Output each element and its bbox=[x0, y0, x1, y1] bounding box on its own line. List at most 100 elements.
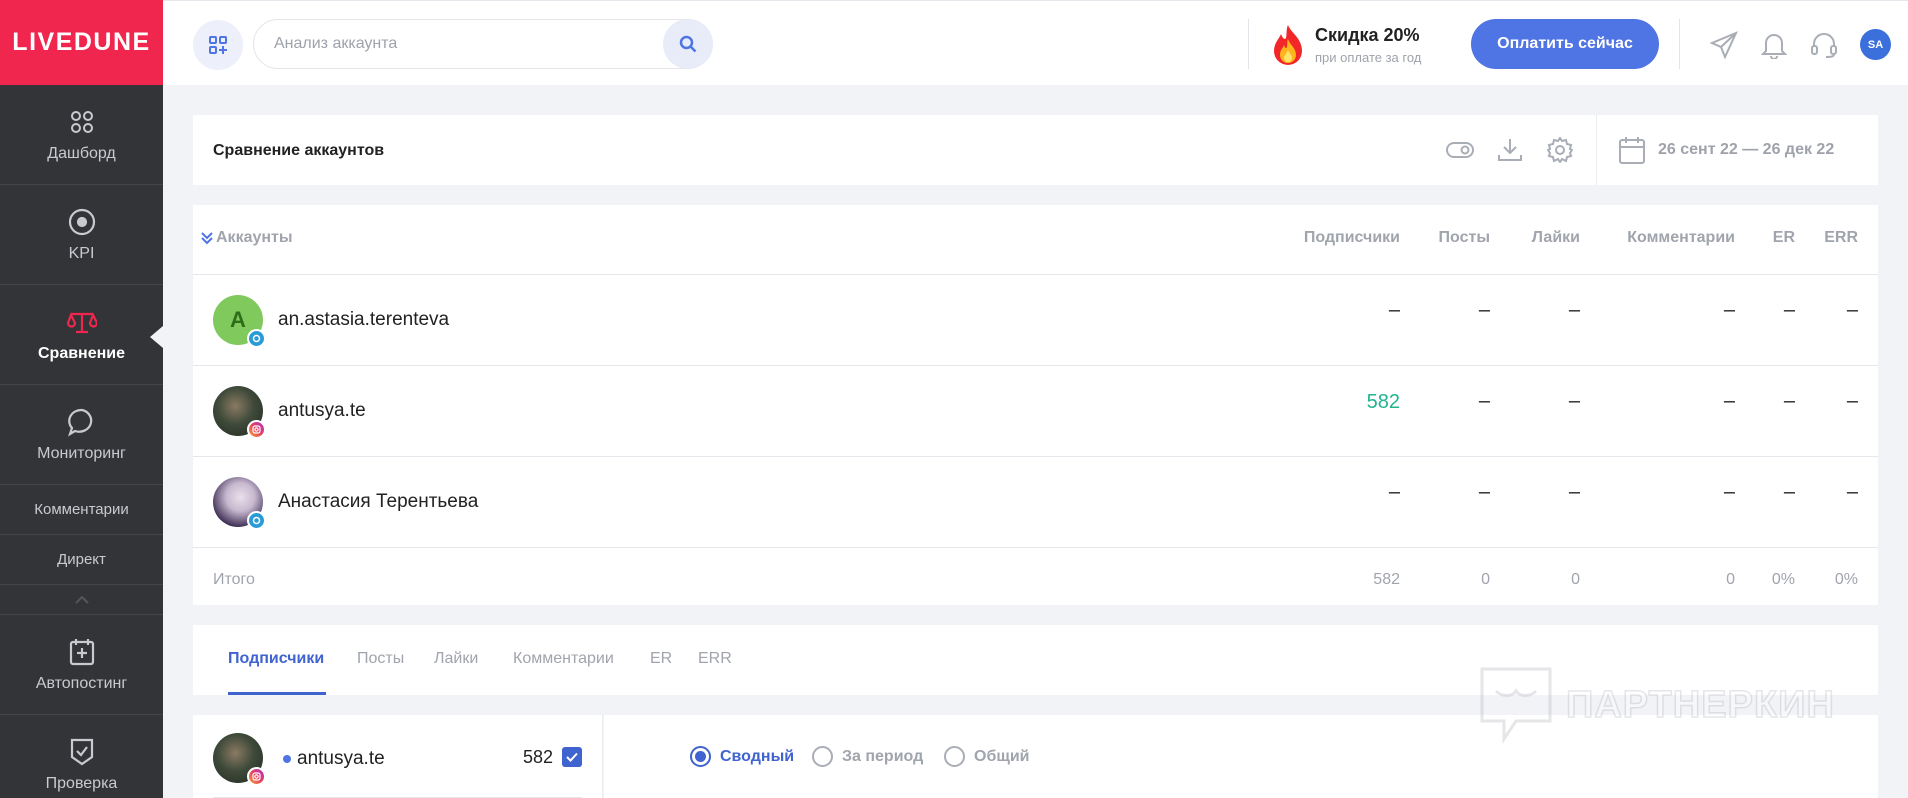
discount-promo[interactable]: Скидка 20% при оплате за год bbox=[1271, 23, 1421, 67]
calendar-plus-icon bbox=[69, 638, 94, 665]
toggle-icon bbox=[1446, 142, 1474, 158]
vk-badge-icon bbox=[247, 511, 266, 530]
pay-now-button[interactable]: Оплатить сейчас bbox=[1471, 19, 1659, 69]
total-posts: 0 bbox=[1481, 571, 1490, 588]
tab-likes[interactable]: Лайки bbox=[434, 650, 478, 668]
tab-comments[interactable]: Комментарии bbox=[513, 650, 614, 668]
tab-er[interactable]: ER bbox=[650, 650, 672, 668]
search-icon bbox=[679, 35, 697, 53]
account-name[interactable]: an.astasia.terenteva bbox=[278, 309, 449, 331]
series-list: antusya.te 582 bbox=[193, 715, 603, 798]
calendar-icon bbox=[1619, 137, 1645, 164]
radio-summary[interactable]: Сводный bbox=[690, 746, 794, 767]
check-shield-icon bbox=[70, 738, 93, 765]
scales-icon bbox=[66, 311, 97, 333]
column-header-err[interactable]: ERR bbox=[1824, 229, 1858, 247]
table-row[interactable]: A an.astasia.terenteva – – – – – – bbox=[193, 275, 1878, 366]
chat-bubble-icon bbox=[67, 408, 92, 436]
sidebar-item-label: Проверка bbox=[45, 774, 118, 792]
column-header-posts[interactable]: Посты bbox=[1439, 229, 1490, 247]
top-header: Скидка 20% при оплате за год Оплатить се… bbox=[163, 0, 1908, 85]
bell-icon bbox=[1761, 34, 1787, 59]
promo-subtitle: при оплате за год bbox=[1315, 50, 1422, 65]
tab-followers[interactable]: Подписчики bbox=[228, 650, 324, 668]
sidebar-collapse-toggle[interactable] bbox=[0, 585, 163, 615]
cell-likes: – bbox=[1568, 390, 1580, 412]
accounts-column-header[interactable]: Аккаунты bbox=[200, 229, 293, 247]
cell-followers: 582 bbox=[1366, 391, 1400, 413]
search-button[interactable] bbox=[663, 19, 713, 69]
radio-dot bbox=[944, 746, 965, 767]
column-header-likes[interactable]: Лайки bbox=[1532, 229, 1580, 247]
sidebar-item-direct[interactable]: Директ bbox=[0, 535, 163, 585]
account-name[interactable]: antusya.te bbox=[278, 400, 366, 422]
column-header-followers[interactable]: Подписчики bbox=[1304, 229, 1400, 247]
series-value: 582 bbox=[523, 747, 554, 767]
page-title: Сравнение аккаунтов bbox=[213, 142, 385, 159]
notifications-button[interactable] bbox=[1758, 29, 1790, 61]
dashboard-icon bbox=[70, 110, 93, 133]
cell-er: – bbox=[1783, 481, 1795, 503]
cell-err: – bbox=[1846, 299, 1858, 321]
date-divider bbox=[1596, 115, 1597, 185]
headset-icon bbox=[1811, 33, 1837, 58]
accounts-header-label: Аккаунты bbox=[216, 229, 293, 246]
sidebar-item-kpi[interactable]: KPI bbox=[0, 185, 163, 285]
logo[interactable]: LIVEDUNE bbox=[0, 0, 163, 85]
cell-likes: – bbox=[1568, 299, 1580, 321]
tab-err[interactable]: ERR bbox=[698, 650, 732, 668]
sidebar-item-label: Сравнение bbox=[37, 344, 126, 362]
sidebar-item-check[interactable]: Проверка bbox=[0, 715, 163, 798]
table-row[interactable]: antusya.te 582 – – – – – bbox=[193, 366, 1878, 457]
search-input[interactable] bbox=[274, 20, 654, 68]
download-button[interactable] bbox=[1495, 135, 1525, 165]
promo-title: Скидка 20% bbox=[1315, 25, 1420, 45]
support-button[interactable] bbox=[1808, 29, 1840, 61]
cell-err: – bbox=[1846, 481, 1858, 503]
view-toggle[interactable] bbox=[1445, 135, 1475, 165]
sidebar-item-dashboard[interactable]: Дашборд bbox=[0, 85, 163, 185]
column-header-er[interactable]: ER bbox=[1773, 229, 1795, 247]
table-row[interactable]: Анастасия Терентьева – – – – – – bbox=[193, 457, 1878, 548]
series-name: antusya.te bbox=[297, 748, 385, 769]
cell-posts: – bbox=[1478, 481, 1490, 503]
cell-comments: – bbox=[1723, 390, 1735, 412]
column-header-comments[interactable]: Комментарии bbox=[1627, 229, 1735, 247]
sidebar-item-label: Дашборд bbox=[47, 144, 116, 162]
header-divider bbox=[1679, 19, 1680, 69]
page-header-card: Сравнение аккаунтов 26 сент 22 — 26 дек … bbox=[193, 115, 1878, 185]
gear-icon bbox=[1547, 137, 1573, 163]
series-color-dot bbox=[283, 755, 291, 763]
tab-posts[interactable]: Посты bbox=[357, 650, 404, 668]
sidebar-item-autoposting[interactable]: Автопостинг bbox=[0, 615, 163, 715]
sidebar-item-monitoring[interactable]: Мониторинг bbox=[0, 385, 163, 485]
radio-overall[interactable]: Общий bbox=[944, 746, 1030, 767]
watermark-text: ПАРТНЕРКИН bbox=[1565, 683, 1835, 727]
cell-er: – bbox=[1783, 390, 1795, 412]
cell-comments: – bbox=[1723, 481, 1735, 503]
chat-logo-icon bbox=[1480, 667, 1552, 744]
cell-err: – bbox=[1846, 390, 1858, 412]
radio-dot bbox=[812, 746, 833, 767]
cell-followers: – bbox=[1388, 299, 1400, 321]
sidebar-item-comparison[interactable]: Сравнение bbox=[0, 285, 163, 385]
sidebar-item-comments[interactable]: Комментарии bbox=[0, 485, 163, 535]
radio-period[interactable]: За период bbox=[812, 746, 923, 767]
chevron-double-down-icon bbox=[201, 232, 213, 245]
active-tab-indicator bbox=[228, 692, 326, 695]
instagram-badge-icon bbox=[247, 767, 266, 786]
accounts-table: Аккаунты Подписчики Посты Лайки Комментарии… bbox=[193, 205, 1878, 605]
sidebar-item-label: Мониторинг bbox=[37, 444, 126, 462]
apps-button[interactable] bbox=[193, 20, 243, 70]
search-box bbox=[253, 19, 713, 69]
user-avatar[interactable]: SA bbox=[1860, 29, 1891, 60]
chevron-up-icon bbox=[74, 595, 89, 604]
settings-button[interactable] bbox=[1545, 135, 1575, 165]
cell-er: – bbox=[1783, 299, 1795, 321]
account-name[interactable]: Анастасия Терентьева bbox=[278, 491, 478, 513]
total-followers: 582 bbox=[1373, 571, 1400, 588]
send-button[interactable] bbox=[1708, 29, 1740, 61]
series-checkbox[interactable] bbox=[562, 747, 582, 767]
radio-dot bbox=[690, 746, 711, 767]
date-range-picker[interactable]: 26 сент 22 — 26 дек 22 bbox=[1618, 135, 1834, 165]
